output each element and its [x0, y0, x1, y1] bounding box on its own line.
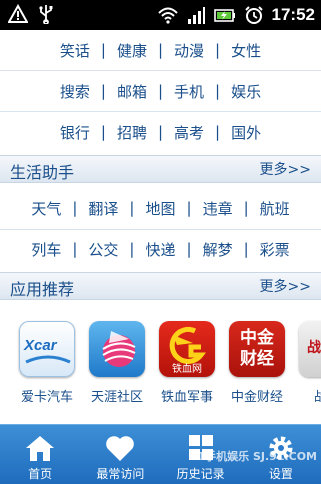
link-anime[interactable]: 动漫 [170, 40, 208, 61]
wifi-icon [157, 7, 178, 24]
link-flight[interactable]: 航班 [256, 198, 294, 219]
alarm-icon [244, 6, 263, 24]
link-search[interactable]: 搜索 [56, 81, 94, 102]
life-helper-header: 生活助手 更多>> [0, 155, 321, 183]
link-jobs[interactable]: 招聘 [113, 122, 151, 143]
section-title: 应用推荐 [10, 280, 75, 299]
zhongjin-app-icon: 中金财经 [229, 321, 285, 377]
more-link[interactable]: 更多>> [260, 159, 311, 179]
usb-icon [39, 5, 53, 24]
app-zhanlue[interactable]: 战略 战略 [292, 321, 321, 405]
tiexue-app-icon: 铁血网 [159, 321, 215, 377]
app-label: 铁血军事 [160, 390, 213, 405]
app-zhongjin[interactable]: 中金财经 中金财经 [222, 321, 292, 405]
link-bus[interactable]: 公交 [84, 239, 122, 260]
link-health[interactable]: 健康 [113, 40, 151, 61]
warning-icon [8, 4, 28, 23]
status-bar: 17:52 [0, 0, 321, 30]
link-women[interactable]: 女性 [227, 40, 265, 61]
nav-label: 首页 [28, 467, 53, 481]
nav-home[interactable]: 首页 [0, 425, 80, 484]
app-list: Xcar 爱卡汽车 天涯社区 铁血网 铁血军事 中金财经 中金财经 战 战 [0, 312, 321, 424]
link-jokes[interactable]: 笑话 [56, 40, 94, 61]
link-map[interactable]: 地图 [141, 198, 179, 219]
app-label: 中金财经 [230, 390, 283, 405]
link-express[interactable]: 快递 [141, 239, 179, 260]
link-exam[interactable]: 高考 [170, 122, 208, 143]
section-title: 生活助手 [10, 163, 75, 182]
link-abroad[interactable]: 国外 [227, 122, 265, 143]
app-xcar[interactable]: Xcar 爱卡汽车 [12, 321, 82, 405]
link-weather[interactable]: 天气 [27, 198, 65, 219]
tianya-app-icon [89, 321, 145, 377]
app-tiexue[interactable]: 铁血网 铁血军事 [152, 321, 222, 405]
app-recommend-header: 应用推荐 更多>> [0, 272, 321, 300]
nav-most-visited[interactable]: 最常访问 [80, 425, 160, 484]
link-row-3: 银行 | 招聘 | 高考 | 国外 [0, 112, 321, 152]
zhanlue-app-icon: 战略 [299, 321, 321, 377]
link-mail[interactable]: 邮箱 [113, 81, 151, 102]
clock-time: 17:52 [271, 5, 315, 24]
heart-icon [106, 436, 135, 461]
more-link[interactable]: 更多>> [260, 276, 311, 296]
app-label: 爱卡汽车 [20, 390, 73, 405]
battery-charging-icon [213, 9, 235, 22]
app-tianya[interactable]: 天涯社区 [82, 321, 152, 405]
app-label: 战略 [313, 390, 321, 405]
life-row-2: 列车 | 公交 | 快递 | 解梦 | 彩票 [0, 229, 321, 269]
nav-label: 设置 [268, 467, 293, 481]
nav-label: 历史记录 [176, 467, 225, 481]
link-dream[interactable]: 解梦 [199, 239, 237, 260]
link-train[interactable]: 列车 [27, 239, 65, 260]
link-row-1: 笑话 | 健康 | 动漫 | 女性 [0, 30, 321, 70]
link-lottery[interactable]: 彩票 [256, 239, 294, 260]
link-violation[interactable]: 违章 [199, 198, 237, 219]
link-bank[interactable]: 银行 [56, 122, 94, 143]
app-label: 天涯社区 [90, 390, 143, 405]
link-row-2: 搜索 | 邮箱 | 手机 | 娱乐 [0, 71, 321, 111]
home-icon [26, 436, 55, 461]
signal-icon [187, 7, 205, 24]
watermark: 91手机娱乐 SJ.91.COM [189, 450, 317, 463]
life-row-1: 天气 | 翻译 | 地图 | 违章 | 航班 [0, 188, 321, 228]
nav-label: 最常访问 [96, 467, 145, 481]
link-mobile[interactable]: 手机 [170, 81, 208, 102]
link-translate[interactable]: 翻译 [84, 198, 122, 219]
link-entertainment[interactable]: 娱乐 [227, 81, 265, 102]
xcar-app-icon: Xcar [19, 321, 75, 377]
